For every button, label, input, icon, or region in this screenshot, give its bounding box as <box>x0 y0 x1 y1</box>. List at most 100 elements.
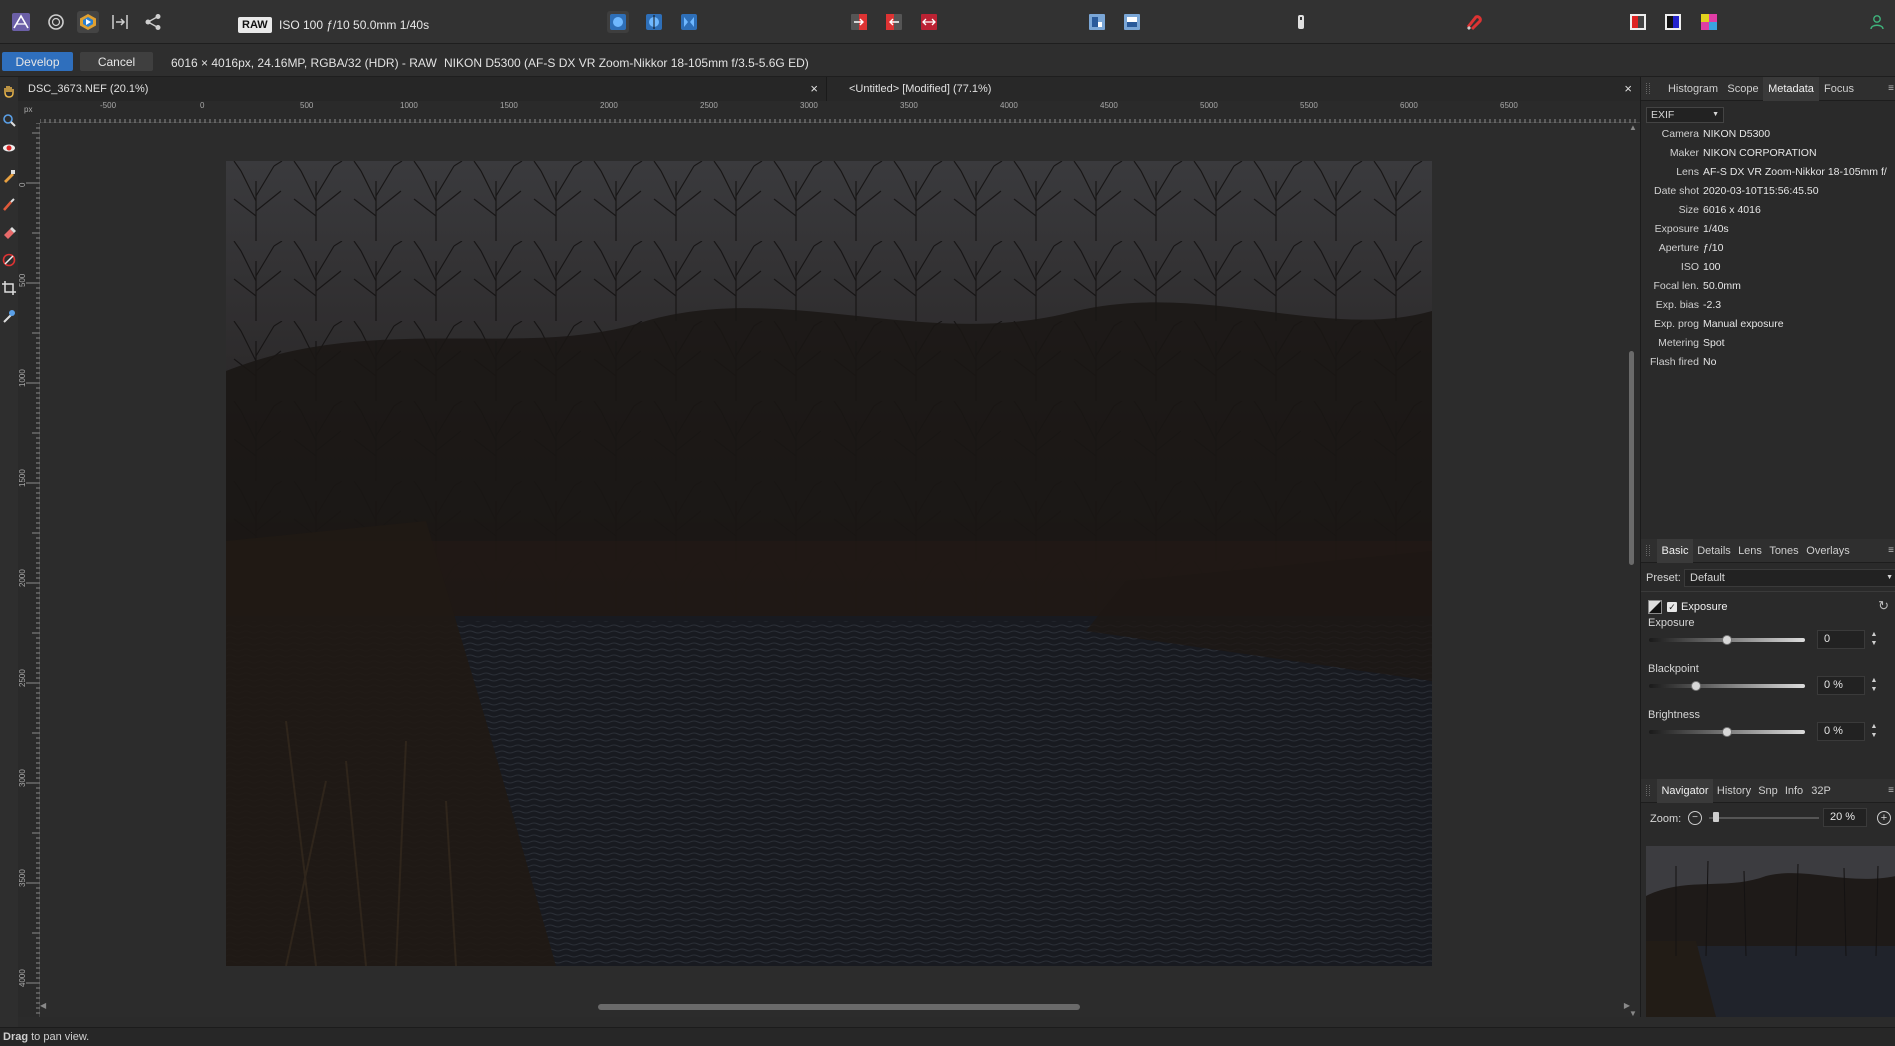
cancel-button[interactable]: Cancel <box>80 52 153 71</box>
preset-dropdown[interactable]: Default ▼ <box>1684 569 1895 587</box>
compare-icon[interactable] <box>1121 11 1143 33</box>
slider-track[interactable] <box>1649 684 1805 688</box>
tab-navigator[interactable]: Navigator <box>1657 779 1713 803</box>
ruler-unit: px <box>18 101 40 123</box>
tab-histogram[interactable]: Histogram <box>1663 77 1723 101</box>
metadata-row: Exp. bias -2.3 <box>1641 299 1895 318</box>
slider-value-field[interactable]: 0 % <box>1817 676 1865 695</box>
overlay-gradient-tool-icon[interactable] <box>1 252 17 268</box>
metadata-row: Focal len. 50.0mm <box>1641 280 1895 299</box>
slider-handle[interactable] <box>1690 681 1701 691</box>
scroll-right-icon[interactable]: ▶ <box>1624 1001 1630 1010</box>
white-balance-tool-icon[interactable] <box>1 308 17 324</box>
navigator-thumbnail[interactable] <box>1646 846 1895 1017</box>
metadata-key: Lens <box>1676 166 1699 178</box>
view-mirror-icon[interactable] <box>678 11 700 33</box>
blue-channel-icon[interactable] <box>1662 11 1684 33</box>
slider-handle[interactable] <box>1722 635 1732 645</box>
export-persona-icon[interactable] <box>109 11 131 33</box>
zoom-slider[interactable] <box>1709 812 1819 822</box>
ruler-tick-label: 6500 <box>1500 101 1518 110</box>
exif-dropdown[interactable]: EXIF ▼ <box>1646 107 1724 123</box>
tab-document-raw[interactable]: DSC_3673.NEF (20.1%) × <box>18 77 827 101</box>
spinner-icon[interactable]: ▲ ▼ <box>1870 722 1878 741</box>
snapping-icon[interactable] <box>1462 11 1484 33</box>
zoom-out-icon[interactable]: − <box>1688 811 1702 825</box>
spinner-icon[interactable]: ▲ ▼ <box>1870 676 1878 695</box>
tab-overlays[interactable]: Overlays <box>1803 539 1853 563</box>
ruler-tick-label: 2500 <box>18 669 27 687</box>
overlay-erase-tool-icon[interactable] <box>1 224 17 240</box>
develop-button[interactable]: Develop <box>2 52 73 71</box>
scroll-down-icon[interactable]: ▼ <box>1629 1009 1637 1018</box>
drag-handle-icon[interactable] <box>1646 83 1650 94</box>
zoom-value-field[interactable]: 20 % <box>1823 808 1867 827</box>
slider-value-field[interactable]: 0 <box>1817 630 1865 649</box>
tab-scope[interactable]: Scope <box>1723 77 1763 101</box>
zoom-slider-handle[interactable] <box>1713 812 1719 822</box>
tab-history[interactable]: History <box>1713 779 1755 803</box>
color-channel-icon[interactable] <box>1698 11 1720 33</box>
blemish-tool-icon[interactable] <box>1 168 17 184</box>
tab-details[interactable]: Details <box>1693 539 1735 563</box>
affinity-persona-icon[interactable] <box>10 11 32 33</box>
view-split-icon[interactable] <box>643 11 665 33</box>
panel-menu-icon[interactable]: ≡ <box>1888 785 1894 796</box>
tone-mapping-persona-icon[interactable] <box>77 11 99 33</box>
develop-persona-icon[interactable] <box>45 11 67 33</box>
drag-handle-icon[interactable] <box>1646 785 1650 796</box>
slider-value-field[interactable]: 0 % <box>1817 722 1865 741</box>
tab-document-untitled[interactable]: <Untitled> [Modified] (77.1%) × <box>827 77 1640 101</box>
horizontal-scrollbar[interactable]: ◀ ▶ <box>40 1001 1630 1011</box>
before-after-icon[interactable] <box>1086 11 1108 33</box>
clip-tones-icon[interactable] <box>918 11 940 33</box>
panel-menu-icon[interactable]: ≡ <box>1888 545 1894 556</box>
hand-tool-icon[interactable] <box>1 83 17 99</box>
reset-icon[interactable]: ↻ <box>1878 598 1889 614</box>
ruler-tick-label: 500 <box>18 273 27 287</box>
metadata-row: Flash fired No <box>1641 356 1895 375</box>
metadata-row: Aperture ƒ/10 <box>1641 242 1895 261</box>
tab-tones[interactable]: Tones <box>1765 539 1803 563</box>
spinner-icon[interactable]: ▲ ▼ <box>1870 630 1878 649</box>
red-channel-icon[interactable] <box>1627 11 1649 33</box>
exposure-section-title: Exposure <box>1681 601 1728 613</box>
slider-handle[interactable] <box>1722 727 1732 737</box>
drag-handle-icon[interactable] <box>1646 545 1650 556</box>
metadata-value: 50.0mm <box>1703 280 1741 292</box>
tab-snapshots[interactable]: Snp <box>1755 779 1781 803</box>
exposure-info: ISO 100 ƒ/10 50.0mm 1/40s <box>279 18 430 32</box>
tab-metadata[interactable]: Metadata <box>1763 77 1819 101</box>
user-icon[interactable] <box>1866 11 1888 33</box>
clip-shadows-icon[interactable] <box>883 11 905 33</box>
panel-menu-icon[interactable]: ≡ <box>1888 83 1894 94</box>
metadata-row: Maker NIKON CORPORATION <box>1641 147 1895 166</box>
vertical-scroll-thumb[interactable] <box>1629 351 1634 565</box>
vertical-scrollbar[interactable]: ▲ ▼ <box>1628 123 1637 1018</box>
red-eye-tool-icon[interactable] <box>1 140 17 156</box>
chevron-down-icon: ▼ <box>1712 111 1719 118</box>
horizontal-scroll-thumb[interactable] <box>598 1004 1080 1010</box>
clip-highlights-icon[interactable] <box>848 11 870 33</box>
canvas-area[interactable]: px -500 0 500 1000 1500 2000 2500 3000 3500 4000 4… <box>18 101 1640 1018</box>
tab-lens[interactable]: Lens <box>1735 539 1765 563</box>
tab-focus[interactable]: Focus <box>1819 77 1859 101</box>
tab-32bit-preview[interactable]: 32P <box>1807 779 1835 803</box>
scroll-up-icon[interactable]: ▲ <box>1629 123 1637 132</box>
ruler-tick-label: 3500 <box>900 101 918 110</box>
tab-basic[interactable]: Basic <box>1657 539 1693 563</box>
raw-badge: RAW <box>238 17 272 33</box>
zoom-in-icon[interactable]: + <box>1877 811 1891 825</box>
close-tab-icon[interactable]: × <box>1624 77 1632 101</box>
exposure-enable-checkbox[interactable]: ✓ <box>1667 602 1677 612</box>
zoom-tool-icon[interactable] <box>1 112 17 128</box>
slider-label: Exposure <box>1648 617 1695 629</box>
crop-tool-icon[interactable] <box>1 280 17 296</box>
overlay-paint-tool-icon[interactable] <box>1 196 17 212</box>
assistant-icon[interactable] <box>1290 11 1312 33</box>
close-tab-icon[interactable]: × <box>810 77 818 101</box>
scroll-left-icon[interactable]: ◀ <box>40 1001 46 1010</box>
share-icon[interactable] <box>142 11 164 33</box>
view-single-icon[interactable] <box>607 11 629 33</box>
tab-info[interactable]: Info <box>1781 779 1807 803</box>
